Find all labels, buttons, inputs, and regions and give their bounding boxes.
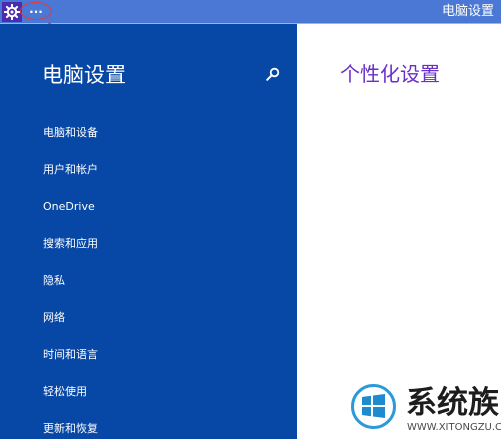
search-icon[interactable] [265,66,281,82]
brand-name: 系统族 [406,385,499,421]
brand-url: WWW.XITONGZU.COM [407,422,501,433]
sidebar-item-pc-and-devices[interactable]: 电脑和设备 [0,114,297,151]
gear-icon[interactable] [2,2,22,22]
brand-watermark: 系统族 WWW.XITONGZU.COM [350,384,501,439]
page-title: 电脑设置 [42,63,126,87]
settings-nav: 电脑和设备 用户和帐户 OneDrive 搜索和应用 隐私 网络 时间和语言 轻… [0,114,297,439]
windows-logo-icon [351,384,396,429]
sidebar-item-network[interactable]: 网络 [0,299,297,336]
sidebar-item-search-and-apps[interactable]: 搜索和应用 [0,225,297,262]
personalization-settings-title: 个性化设置 [340,62,440,86]
sidebar-item-privacy[interactable]: 隐私 [0,262,297,299]
annotation-circle [20,2,52,20]
sidebar-item-ease-of-access[interactable]: 轻松使用 [0,373,297,410]
sidebar-item-time-and-language[interactable]: 时间和语言 [0,336,297,373]
pc-settings-window: ··· 电脑设置 电脑设置 电脑和设备 用户和帐户 OneDrive 搜索和应用… [0,0,501,439]
sidebar-item-onedrive[interactable]: OneDrive [0,188,297,225]
sidebar-item-update-and-recovery[interactable]: 更新和恢复 [0,410,297,439]
window-title: 电脑设置 [441,4,494,19]
sidebar-item-users-and-accounts[interactable]: 用户和帐户 [0,151,297,188]
settings-sidebar: 电脑设置 电脑和设备 用户和帐户 OneDrive 搜索和应用 隐私 网络 时间… [0,24,297,439]
